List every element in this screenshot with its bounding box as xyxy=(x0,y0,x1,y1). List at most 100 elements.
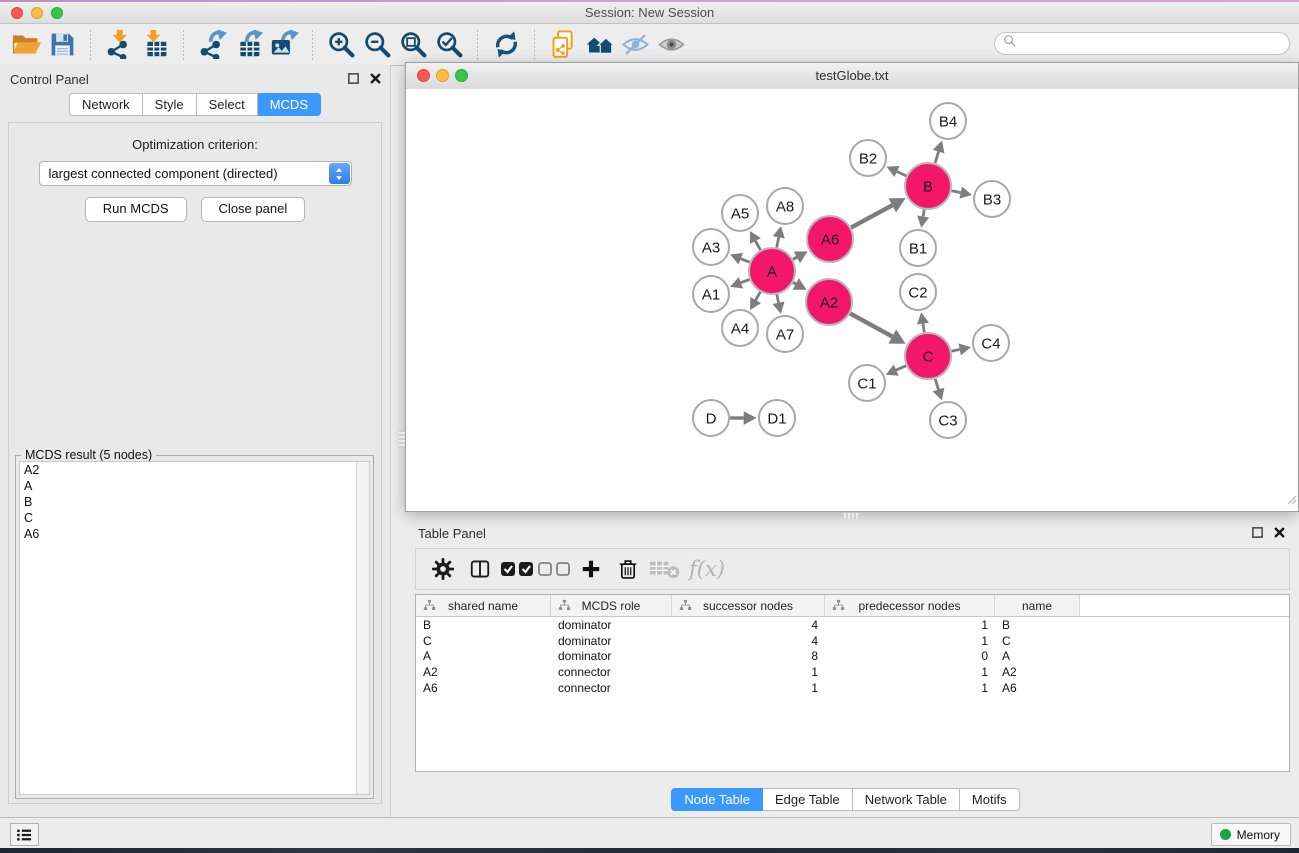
column-header-successor-nodes[interactable]: successor nodes xyxy=(672,595,825,616)
graph-node-C1[interactable]: C1 xyxy=(849,365,885,401)
graph-node-B[interactable]: B xyxy=(905,163,951,209)
graph-edge-A-A3[interactable] xyxy=(730,253,750,264)
result-item[interactable]: C xyxy=(20,510,369,526)
graph-edge-A-A7[interactable] xyxy=(773,295,785,314)
graph-edge-A-A6[interactable] xyxy=(793,251,808,263)
duplicate-network-icon[interactable] xyxy=(545,29,581,61)
deselect-all-icon[interactable] xyxy=(535,554,572,584)
result-list-scrollbar[interactable] xyxy=(356,462,369,794)
graph-node-C4[interactable]: C4 xyxy=(973,325,1009,361)
search-input[interactable] xyxy=(1022,36,1281,52)
tab-network[interactable]: Network xyxy=(69,93,143,116)
graph-node-C2[interactable]: C2 xyxy=(900,274,936,310)
graph-edge-D-D1[interactable] xyxy=(730,411,757,425)
result-item[interactable]: A6 xyxy=(20,526,369,542)
dropdown-stepper-icon[interactable] xyxy=(329,163,350,184)
tab-edge-table[interactable]: Edge Table xyxy=(763,788,853,811)
delete-row-icon[interactable] xyxy=(609,554,646,584)
select-all-icon[interactable] xyxy=(498,554,535,584)
import-network-icon[interactable] xyxy=(101,29,137,61)
result-item[interactable]: A2 xyxy=(20,462,369,478)
close-panel-button[interactable]: Close panel xyxy=(201,197,306,222)
graph-edge-A6-B[interactable] xyxy=(851,198,905,227)
hide-selected-icon[interactable] xyxy=(617,29,653,61)
table-row[interactable]: A6connector11A6 xyxy=(416,680,1289,696)
graph-edge-C-C1[interactable] xyxy=(886,364,906,375)
graph-edge-C-C4[interactable] xyxy=(952,343,971,355)
table-row[interactable]: Adominator80A xyxy=(416,649,1289,665)
graph-edge-A-A8[interactable] xyxy=(773,226,785,247)
zoom-fit-icon[interactable] xyxy=(395,29,431,61)
graph-edge-B-B1[interactable] xyxy=(917,210,929,228)
float-table-panel-icon[interactable] xyxy=(1251,526,1264,544)
optimization-criterion-dropdown[interactable]: largest connected component (directed) xyxy=(39,161,352,186)
graph-edge-B-B2[interactable] xyxy=(887,166,907,177)
graph-edge-A-A1[interactable] xyxy=(730,277,749,288)
graph-node-A6[interactable]: A6 xyxy=(807,216,853,262)
graph-edge-B-B3[interactable] xyxy=(952,187,972,199)
graph-edge-C-C3[interactable] xyxy=(933,379,945,401)
column-header-name[interactable]: name xyxy=(995,595,1080,616)
result-item[interactable]: B xyxy=(20,494,369,510)
zoom-out-icon[interactable] xyxy=(359,29,395,61)
column-header-predecessor-nodes[interactable]: predecessor nodes xyxy=(825,595,995,616)
tab-mcds[interactable]: MCDS xyxy=(258,93,321,116)
graph-edge-A-A5[interactable] xyxy=(750,231,761,250)
columns-icon[interactable] xyxy=(461,554,498,584)
gear-icon[interactable] xyxy=(424,554,461,584)
graph-node-A1[interactable]: A1 xyxy=(693,276,729,312)
tab-select[interactable]: Select xyxy=(197,93,258,116)
graph-edge-A2-C[interactable] xyxy=(850,313,906,343)
table-row[interactable]: A2connector11A2 xyxy=(416,664,1289,680)
result-item[interactable]: A xyxy=(20,478,369,494)
graph-node-A8[interactable]: A8 xyxy=(767,188,803,224)
graph-edge-C-C2[interactable] xyxy=(917,312,929,332)
horizontal-splitter-handle[interactable] xyxy=(842,513,860,519)
search-box[interactable] xyxy=(994,32,1290,55)
graph-node-A2[interactable]: A2 xyxy=(806,279,852,325)
save-session-icon[interactable] xyxy=(44,29,80,61)
graph-node-B3[interactable]: B3 xyxy=(974,181,1010,217)
graph-node-C3[interactable]: C3 xyxy=(930,402,966,438)
column-header-shared-name[interactable]: shared name xyxy=(416,595,551,616)
graph-node-D[interactable]: D xyxy=(693,400,729,436)
graph-node-A5[interactable]: A5 xyxy=(722,195,758,231)
open-file-icon[interactable] xyxy=(8,29,44,61)
vertical-splitter-handle[interactable] xyxy=(399,430,405,448)
graph-node-B4[interactable]: B4 xyxy=(930,103,966,139)
run-mcds-button[interactable]: Run MCDS xyxy=(85,197,187,222)
close-panel-icon[interactable] xyxy=(369,72,382,90)
export-table-icon[interactable] xyxy=(230,29,266,61)
graph-node-D1[interactable]: D1 xyxy=(759,400,795,436)
first-neighbors-icon[interactable] xyxy=(581,29,617,61)
graph-node-B1[interactable]: B1 xyxy=(900,230,936,266)
import-table-icon[interactable] xyxy=(137,29,173,61)
tab-node-table[interactable]: Node Table xyxy=(671,788,763,811)
table-row[interactable]: Bdominator41B xyxy=(416,617,1289,633)
zoom-in-icon[interactable] xyxy=(323,29,359,61)
graph-node-A[interactable]: A xyxy=(749,248,795,294)
task-history-button[interactable] xyxy=(10,823,39,846)
column-header-MCDS-role[interactable]: MCDS role xyxy=(551,595,672,616)
memory-button[interactable]: Memory xyxy=(1211,823,1291,846)
zoom-selected-icon[interactable] xyxy=(431,29,467,61)
tab-style[interactable]: Style xyxy=(143,93,197,116)
float-panel-icon[interactable] xyxy=(347,72,360,90)
tab-motifs[interactable]: Motifs xyxy=(960,788,1020,811)
graph-node-B2[interactable]: B2 xyxy=(850,140,886,176)
graph-node-A4[interactable]: A4 xyxy=(722,310,758,346)
table-row[interactable]: Cdominator41C xyxy=(416,633,1289,649)
graph-edge-A-A4[interactable] xyxy=(750,292,761,310)
export-network-icon[interactable] xyxy=(194,29,230,61)
refresh-icon[interactable] xyxy=(488,29,524,61)
export-image-icon[interactable] xyxy=(266,29,302,61)
graph-node-A3[interactable]: A3 xyxy=(693,229,729,265)
resize-grip-icon[interactable] xyxy=(1285,492,1297,510)
graph-node-A7[interactable]: A7 xyxy=(767,316,803,352)
graph-edge-B-B4[interactable] xyxy=(933,141,945,163)
close-table-panel-icon[interactable] xyxy=(1273,526,1286,544)
add-row-icon[interactable] xyxy=(572,554,609,584)
network-canvas[interactable]: B4 B2 B B3 A5A8A6 B1 A3 A C2 A1 A2 A4A7 C4 C C1 C3 D D1 xyxy=(406,89,1298,511)
tab-network-table[interactable]: Network Table xyxy=(853,788,960,811)
graph-node-C[interactable]: C xyxy=(905,333,951,379)
